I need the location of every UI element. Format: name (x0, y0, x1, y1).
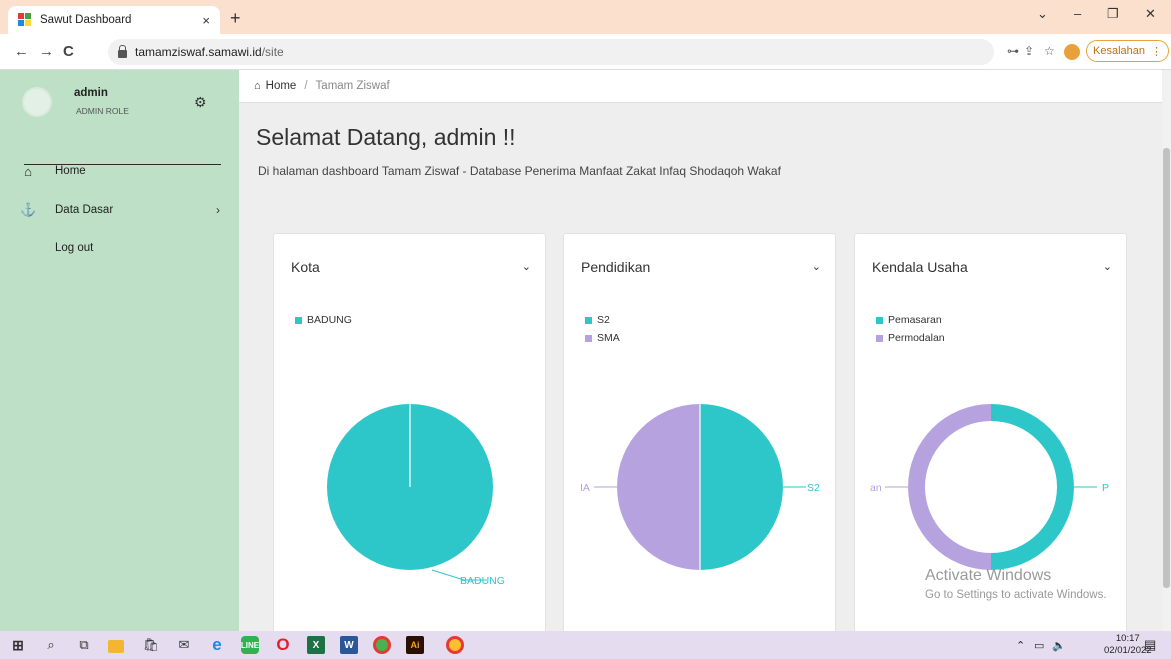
breadcrumb-separator: / (304, 80, 308, 92)
url-field[interactable]: tamamziswaf.samawi.id/site (108, 39, 994, 65)
profile-error-button[interactable]: Kesalahan ⋮ (1086, 40, 1169, 62)
activate-windows-subtitle: Go to Settings to activate Windows. (925, 589, 1107, 601)
sidebar-item-label: Home (55, 165, 86, 177)
chevron-right-icon: › (216, 203, 220, 217)
share-icon[interactable]: ⇪ (1024, 44, 1034, 58)
lock-icon (118, 44, 127, 58)
tab-title: Sawut Dashboard (40, 14, 132, 26)
avatar (22, 87, 52, 117)
sidebar-item-logout[interactable]: Log out (20, 238, 220, 258)
minimize-button[interactable]: – (1074, 6, 1081, 21)
key-icon[interactable]: ⊶ (1007, 44, 1019, 58)
donut-slice-pemasaran[interactable] (991, 404, 1074, 570)
url-path: /site (261, 45, 284, 59)
scrollbar-thumb[interactable] (1163, 148, 1170, 588)
browser-tab[interactable]: Sawut Dashboard × (8, 6, 220, 34)
profile-avatar-icon[interactable] (1064, 44, 1080, 60)
pie-chart-kota: BADUNG (327, 404, 505, 587)
windows-start-icon[interactable]: ⊞ (9, 636, 27, 654)
opera-icon[interactable]: O (274, 635, 292, 654)
slice-label: P (1102, 482, 1109, 494)
new-tab-button[interactable]: + (230, 8, 241, 29)
gear-icon[interactable]: ⚙ (194, 94, 207, 111)
illustrator-icon[interactable]: Ai (406, 636, 424, 654)
chart-card-pendidikan: Pendidikan ⌄ S2 SMA S2 IA (563, 233, 836, 643)
line-icon[interactable]: LINE (241, 636, 259, 654)
sidebar-item-label: Log out (55, 242, 94, 254)
sidebar: admin ADMIN ROLE ⚙ ⌂ Home ⚓ Data Dasar ›… (0, 70, 239, 631)
tab-close-icon[interactable]: × (202, 13, 210, 28)
address-bar: ← → C tamamziswaf.samawi.id/site ⊶ ⇪ ☆ K… (0, 34, 1171, 70)
slice-label: IA (580, 482, 590, 494)
search-icon[interactable]: ⌕ (42, 636, 60, 654)
url-host: tamamziswaf.samawi.id (135, 45, 262, 59)
tray-chevron-up-icon[interactable]: ⌃ (1016, 639, 1025, 652)
word-icon[interactable]: W (340, 636, 358, 654)
mail-icon[interactable]: ✉ (175, 636, 193, 654)
windows-taskbar: ⊞ ⌕ ⧉ 🛍 ✉ e LINE O X W Ai ⌃ ▭ 🔈 10:17 02… (0, 631, 1171, 659)
slice-label: S2 (807, 482, 820, 494)
page-subtitle: Di halaman dashboard Tamam Ziswaf - Data… (258, 164, 781, 178)
page-scrollbar[interactable] (1162, 70, 1171, 631)
main-content: ⌂ Home / Tamam Ziswaf Selamat Datang, ad… (239, 70, 1162, 643)
tab-search-icon[interactable]: ⌄ (1037, 6, 1048, 22)
chrome-icon[interactable] (373, 636, 391, 654)
maximize-button[interactable]: ❐ (1107, 6, 1119, 22)
sidebar-item-label: Data Dasar (55, 204, 114, 216)
chart-card-kota: Kota ⌄ BADUNG BADUNG (273, 233, 546, 643)
sidebar-item-home[interactable]: ⌂ Home (20, 161, 220, 181)
slice-label: an (870, 482, 882, 494)
breadcrumb-current: Tamam Ziswaf (315, 80, 390, 92)
donut-slice-permodalan[interactable] (908, 404, 991, 570)
pie-chart-pendidikan: S2 IA (580, 404, 820, 570)
breadcrumb-home[interactable]: Home (266, 80, 297, 92)
slice-label: BADUNG (460, 575, 505, 587)
reload-button[interactable]: C (63, 43, 74, 60)
battery-icon[interactable]: ▭ (1034, 639, 1044, 652)
activate-windows-title: Activate Windows (925, 567, 1052, 584)
browser-menu-icon: ⋮ (1151, 45, 1162, 58)
excel-icon[interactable]: X (307, 636, 325, 654)
store-icon[interactable]: 🛍 (142, 636, 160, 654)
home-icon: ⌂ (24, 163, 32, 179)
task-view-icon[interactable]: ⧉ (75, 636, 93, 654)
close-window-button[interactable]: ✕ (1145, 6, 1156, 22)
forward-button[interactable]: → (39, 43, 54, 60)
pie-slice-s2[interactable] (700, 404, 783, 570)
edge-icon[interactable]: e (208, 635, 226, 654)
volume-icon[interactable]: 🔈 (1052, 639, 1066, 652)
user-name: admin (74, 87, 108, 99)
browser-tab-bar: Sawut Dashboard × + ⌄ – ❐ ✕ (0, 0, 1171, 34)
notification-icon[interactable]: ▤ (1144, 637, 1156, 653)
bookmark-star-icon[interactable]: ☆ (1044, 44, 1055, 58)
page-title: Selamat Datang, admin !! (256, 124, 516, 150)
user-role: ADMIN ROLE (76, 106, 129, 116)
breadcrumb: ⌂ Home / Tamam Ziswaf (239, 70, 1162, 103)
home-icon: ⌂ (254, 80, 261, 92)
pie-slice-sma[interactable] (617, 404, 700, 570)
anchor-icon: ⚓ (20, 202, 37, 217)
profile-error-label: Kesalahan (1093, 45, 1145, 57)
sidebar-item-data-dasar[interactable]: ⚓ Data Dasar › (20, 200, 220, 220)
favicon-icon (18, 13, 32, 27)
chrome-active-icon[interactable] (446, 636, 464, 654)
file-explorer-icon[interactable] (108, 640, 124, 653)
back-button[interactable]: ← (14, 43, 29, 60)
